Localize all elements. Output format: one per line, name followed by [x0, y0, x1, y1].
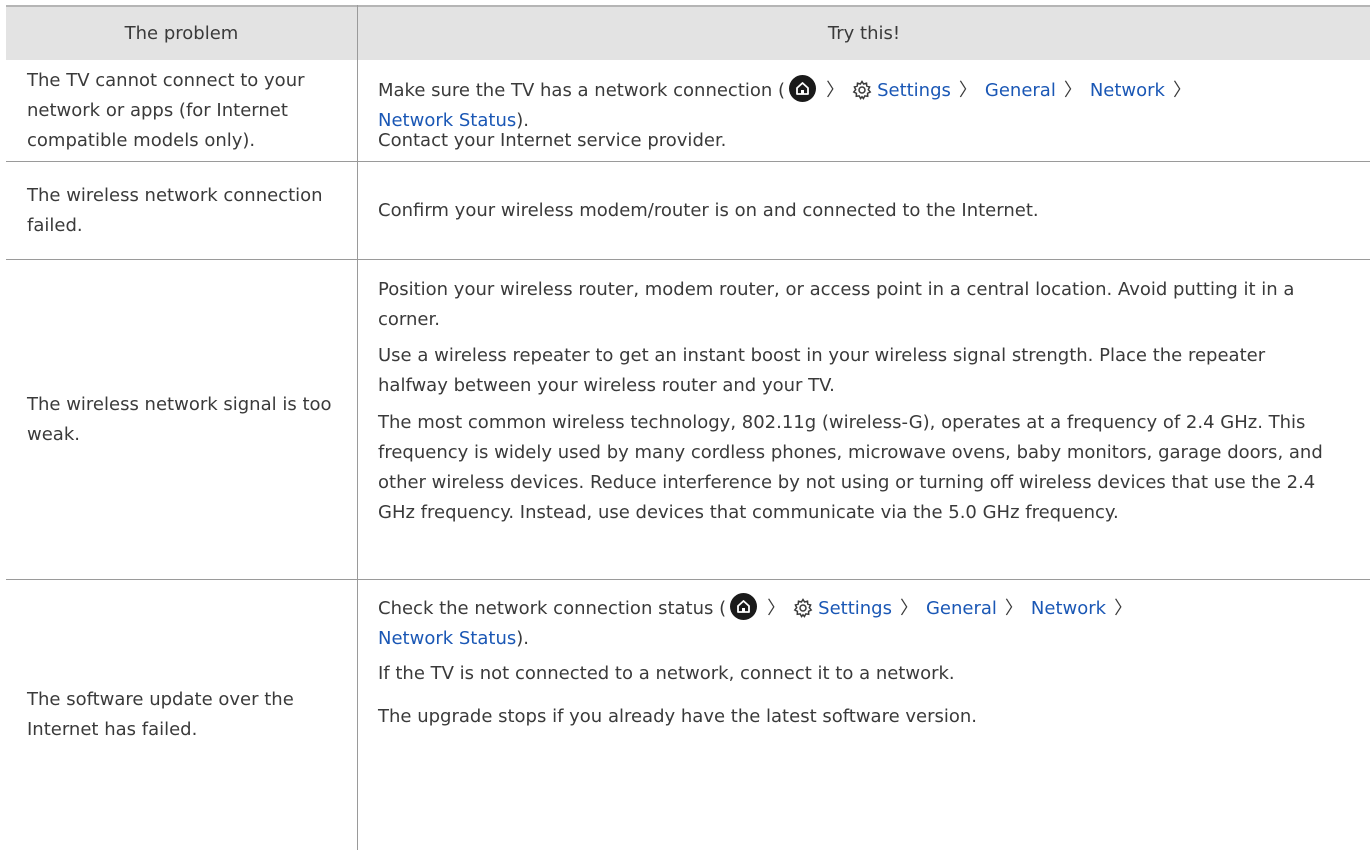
problem-text: The TV cannot connect to your network or… — [27, 69, 305, 151]
table-row: The wireless network signal is too weak.… — [6, 260, 1370, 579]
chevron-right-icon: 〉 — [1063, 80, 1082, 101]
table-row: The wireless network connection failed. … — [6, 162, 1370, 259]
table-row: The software update over the Internet ha… — [6, 580, 1370, 850]
problem-cell: The software update over the Internet ha… — [6, 580, 357, 850]
solution-text: Contact your Internet service provider. — [378, 130, 727, 151]
path-settings-link[interactable]: Settings — [877, 80, 951, 101]
path-general-link[interactable]: General — [926, 598, 997, 619]
chevron-right-icon: 〉 — [1172, 80, 1191, 101]
path-intro: Check the network connection status ( — [378, 598, 727, 619]
gear-icon — [852, 80, 872, 100]
problem-text: The software update over the Internet ha… — [27, 689, 294, 740]
chevron-right-icon: 〉 — [1004, 598, 1023, 619]
chevron-right-icon: 〉 — [1114, 598, 1133, 619]
chevron-right-icon: 〉 — [767, 598, 786, 619]
problem-text: The wireless network signal is too weak. — [27, 393, 332, 445]
header-problem: The problem — [124, 23, 239, 44]
solution-text-span: Confirm your wireless modem/router is on… — [378, 199, 1039, 221]
solution-text: If the TV is not connected to a network,… — [378, 663, 955, 684]
path-general-link[interactable]: General — [985, 80, 1056, 101]
solution-cell: Make sure the TV has a network connectio… — [358, 60, 1370, 161]
solution-text: Use a wireless repeater to get an instan… — [378, 345, 1266, 396]
solution-cell: Confirm your wireless modem/router is on… — [358, 162, 1370, 259]
problem-cell: The wireless network connection failed. — [6, 162, 357, 259]
solution-cell: Position your wireless router, modem rou… — [358, 260, 1370, 579]
table-header: The problem Try this! — [6, 5, 1370, 60]
problem-cell: The TV cannot connect to your network or… — [6, 60, 357, 161]
troubleshooting-table: The problem Try this! The TV cannot conn… — [6, 5, 1370, 850]
solution-text: The upgrade stops if you already have th… — [378, 706, 978, 727]
problem-text: The wireless network connection failed. — [27, 184, 323, 236]
chevron-right-icon: 〉 — [958, 80, 977, 101]
header-try-this: Try this! — [827, 23, 901, 44]
solution-text: Confirm your wireless modem/router is on… — [378, 162, 1330, 259]
solution-text: Position your wireless router, modem rou… — [378, 279, 1295, 330]
table-row: The TV cannot connect to your network or… — [6, 60, 1370, 161]
chevron-right-icon: 〉 — [899, 598, 918, 619]
home-icon — [730, 593, 758, 620]
path-network-status-link[interactable]: Network Status — [378, 628, 516, 649]
path-network-link[interactable]: Network — [1090, 80, 1165, 101]
problem-cell: The wireless network signal is too weak. — [6, 260, 357, 579]
gear-icon — [793, 598, 813, 618]
path-close: ). — [516, 628, 529, 649]
home-icon — [789, 75, 817, 102]
path-network-link[interactable]: Network — [1031, 598, 1106, 619]
solution-path: Check the network connection status ( 〉 Se… — [378, 593, 1330, 654]
chevron-right-icon: 〉 — [826, 80, 845, 101]
path-settings-link[interactable]: Settings — [818, 598, 892, 619]
path-intro: Make sure the TV has a network connectio… — [378, 80, 786, 101]
solution-text: The most common wireless technology, 802… — [378, 412, 1323, 523]
solution-cell: Check the network connection status ( 〉 Se… — [358, 580, 1370, 850]
